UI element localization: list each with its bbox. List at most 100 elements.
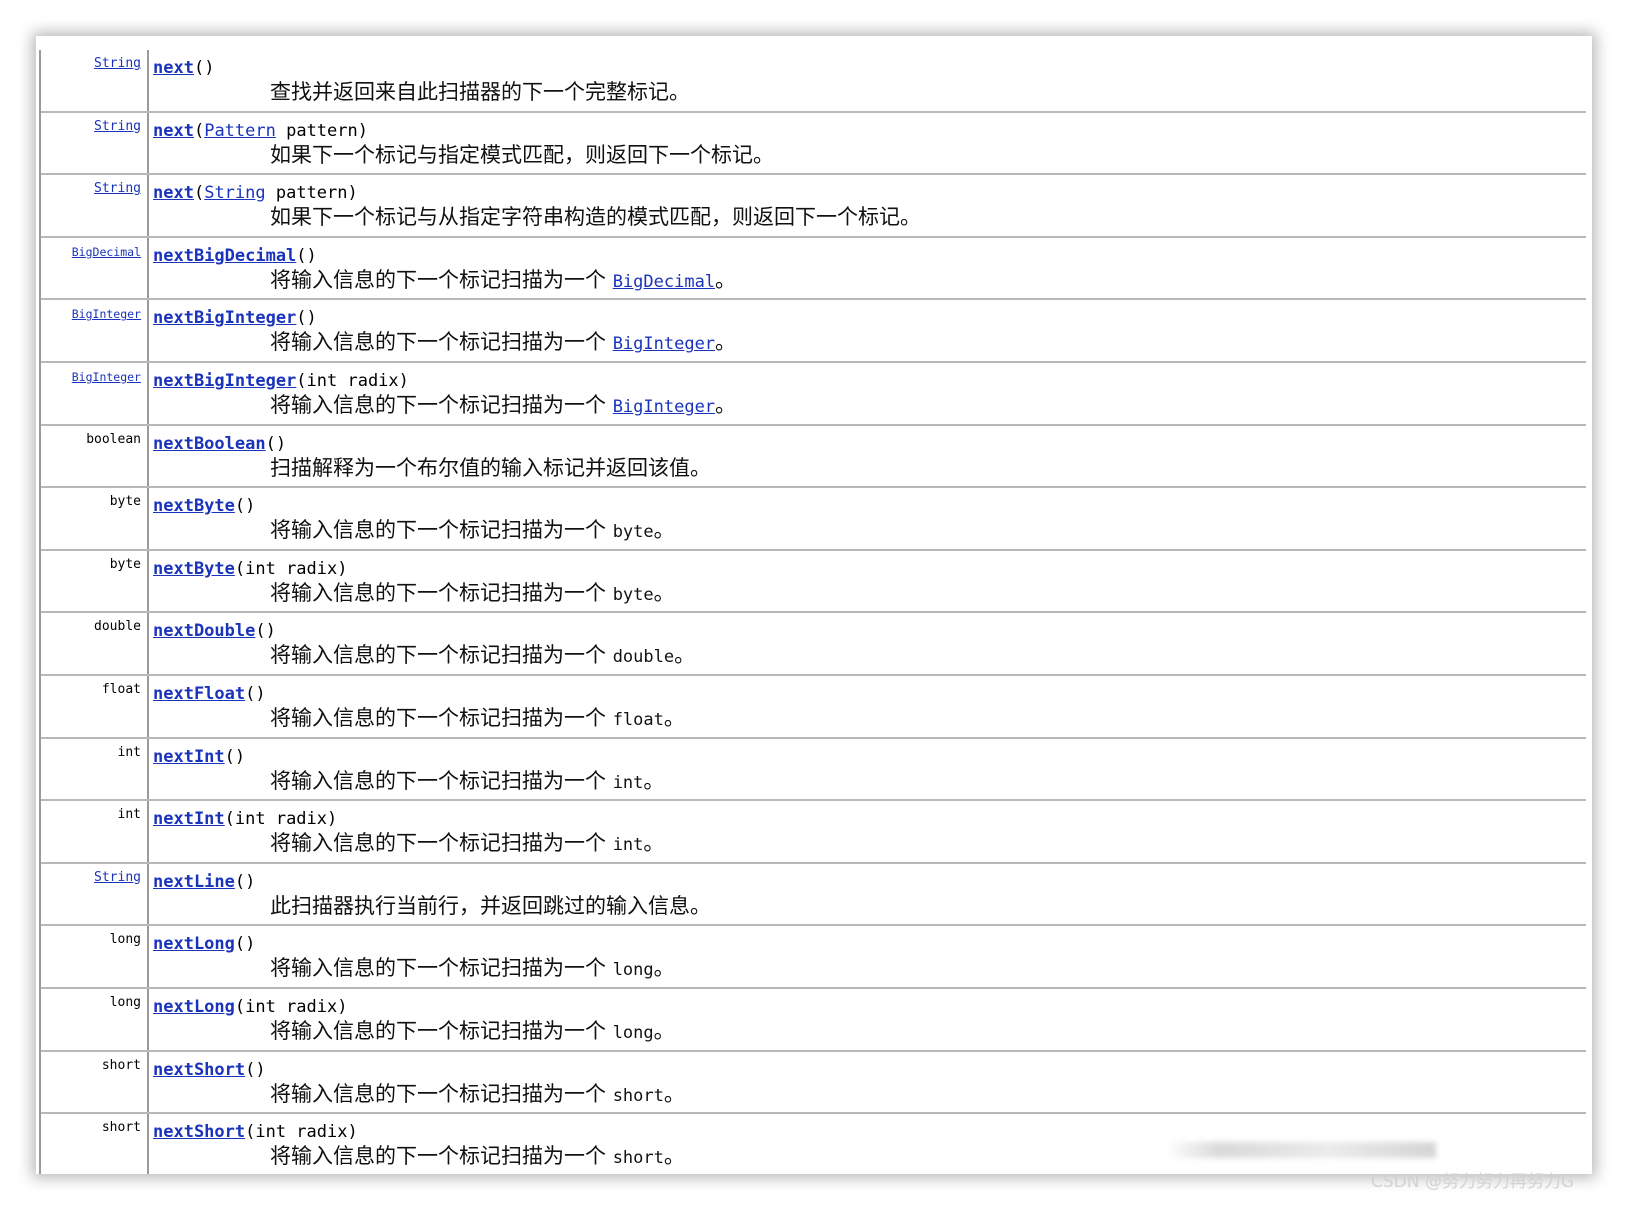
desc-text: 。 (663, 705, 685, 730)
return-type-link[interactable]: BigInteger (72, 370, 141, 384)
param-type-link[interactable]: Pattern (204, 121, 276, 141)
return-type-link[interactable]: BigDecimal (72, 245, 141, 259)
return-type: long (109, 994, 141, 1010)
method-name-link[interactable]: nextShort (153, 1060, 245, 1080)
param-text: () (245, 683, 266, 704)
desc-text: 扫描解释为一个布尔值的输入标记并返回该值。 (270, 455, 711, 480)
method-detail-cell: nextLine() 此扫描器执行当前行，并返回跳过的输入信息。 (149, 864, 1586, 925)
desc-code: short (612, 1148, 664, 1169)
return-type-cell: long (41, 988, 149, 1050)
method-row: float nextFloat() 将输入信息的下一个标记扫描为一个 float。 (41, 675, 1586, 739)
method-name-link[interactable]: next (153, 183, 194, 203)
return-type-cell: String (41, 175, 149, 236)
method-name-link[interactable]: nextBoolean (153, 434, 266, 454)
param-text: () (255, 621, 276, 642)
method-name-link[interactable]: next (153, 121, 194, 141)
desc-text: 。 (653, 1018, 675, 1043)
method-name-link[interactable]: nextShort (153, 1122, 245, 1142)
method-detail-cell: nextByte() 将输入信息的下一个标记扫描为一个 byte。 (149, 488, 1586, 549)
method-signature: nextByte(int radix) (153, 558, 1586, 580)
return-type-cell: long (41, 926, 149, 987)
method-description: 将输入信息的下一个标记扫描为一个 float。 (270, 705, 1586, 733)
method-row: int nextInt(int radix) 将输入信息的下一个标记扫描为一个 in… (41, 801, 1586, 864)
method-summary-table: String next() 查找并返回来自此扫描器的下一个完整标记。 String ne… (39, 50, 1586, 1174)
method-name-link[interactable]: nextLong (153, 934, 235, 954)
method-name-link[interactable]: nextLong (153, 997, 235, 1017)
desc-text: 将输入信息的下一个标记扫描为一个 (270, 1144, 613, 1169)
method-detail-cell: nextDouble() 将输入信息的下一个标记扫描为一个 double。 (149, 613, 1586, 674)
return-type-link[interactable]: String (94, 181, 141, 196)
method-signature: nextBigDecimal() (153, 245, 1586, 267)
method-name-link[interactable]: nextBigInteger (153, 308, 296, 328)
desc-text: 。 (663, 1081, 685, 1106)
desc-text: 将输入信息的下一个标记扫描为一个 (270, 705, 613, 730)
return-type: byte (109, 556, 141, 572)
desc-text: 。 (715, 392, 737, 417)
desc-type-link[interactable]: BigDecimal (613, 272, 715, 292)
desc-code: byte (612, 584, 654, 605)
return-type-link[interactable]: String (94, 870, 141, 885)
method-signature: nextByte() (153, 495, 1586, 517)
param-text: () (234, 496, 256, 517)
method-detail-cell: nextByte(int radix) 将输入信息的下一个标记扫描为一个 byte… (149, 551, 1586, 612)
method-name-link[interactable]: nextByte (153, 559, 235, 579)
desc-text: 将输入信息的下一个标记扫描为一个 (270, 643, 613, 668)
desc-code: long (612, 960, 654, 981)
desc-type-link[interactable]: BigInteger (613, 397, 715, 417)
desc-text: 将输入信息的下一个标记扫描为一个 (270, 1018, 613, 1043)
desc-text: 。 (653, 956, 675, 981)
method-name-link[interactable]: nextBigInteger (153, 371, 296, 391)
return-type-link[interactable]: String (94, 56, 141, 71)
desc-code: double (612, 647, 675, 668)
method-description: 将输入信息的下一个标记扫描为一个 int。 (270, 830, 1586, 858)
return-type: short (101, 1057, 141, 1073)
method-signature: nextFloat() (153, 683, 1586, 705)
method-row: BigDecimal nextBigDecimal() 将输入信息的下一个标记扫描为… (41, 237, 1586, 301)
method-name-link[interactable]: nextFloat (153, 684, 245, 704)
method-row: long nextLong() 将输入信息的下一个标记扫描为一个 long。 (41, 926, 1586, 989)
method-name-link[interactable]: nextBigDecimal (153, 246, 296, 266)
method-detail-cell: next(String pattern) 如果下一个标记与从指定字符串构造的模式匹… (149, 175, 1586, 236)
param-text: () (296, 308, 317, 329)
method-description: 将输入信息的下一个标记扫描为一个 BigInteger。 (270, 392, 1586, 420)
method-detail-cell: nextBigDecimal() 将输入信息的下一个标记扫描为一个 BigDeci… (149, 238, 1586, 299)
method-description: 将输入信息的下一个标记扫描为一个 long。 (270, 955, 1586, 983)
method-description: 将输入信息的下一个标记扫描为一个 byte。 (270, 580, 1586, 608)
param-text: pattern) (265, 183, 358, 204)
desc-code: byte (612, 522, 654, 543)
desc-type-link[interactable]: BigInteger (613, 334, 715, 354)
method-signature: nextInt(int radix) (153, 808, 1586, 830)
method-name-link[interactable]: nextInt (153, 747, 225, 767)
desc-text: 将输入信息的下一个标记扫描为一个 (270, 831, 613, 856)
param-text: () (224, 746, 246, 767)
method-row: String next(String pattern) 如果下一个标记与从指定字符串… (41, 175, 1586, 238)
param-text: (int radix) (245, 1122, 358, 1143)
method-name-link[interactable]: next (153, 58, 194, 78)
param-text: () (234, 871, 256, 892)
method-row: short nextShort() 将输入信息的下一个标记扫描为一个 short。 (41, 1051, 1586, 1115)
param-text: () (234, 934, 256, 955)
method-name-link[interactable]: nextByte (153, 496, 235, 516)
method-signature: nextBoolean() (153, 433, 1586, 455)
method-row: String next(Pattern pattern) 如果下一个标记与指定模式匹… (41, 112, 1586, 176)
desc-text: 将输入信息的下一个标记扫描为一个 (270, 1081, 613, 1106)
return-type-link[interactable]: String (94, 119, 141, 134)
desc-text: 如果下一个标记与从指定字符串构造的模式匹配，则返回下一个标记。 (270, 205, 921, 230)
param-text: () (296, 245, 317, 266)
param-text: ( (193, 120, 205, 141)
method-name-link[interactable]: nextLine (153, 872, 235, 892)
desc-text: 查找并返回来自此扫描器的下一个完整标记。 (270, 80, 690, 104)
param-text: () (265, 433, 287, 454)
return-type-cell: int (41, 738, 149, 800)
return-type-cell: BigInteger (41, 362, 149, 424)
method-name-link[interactable]: nextInt (153, 809, 225, 829)
method-signature: next() (153, 57, 1586, 79)
method-description: 将输入信息的下一个标记扫描为一个 int。 (270, 768, 1586, 796)
method-description: 将输入信息的下一个标记扫描为一个 short。 (270, 1081, 1586, 1109)
desc-text: 。 (653, 518, 675, 543)
desc-text: 。 (643, 831, 665, 856)
method-name-link[interactable]: nextDouble (153, 621, 255, 641)
desc-code: int (612, 835, 644, 856)
return-type-link[interactable]: BigInteger (72, 307, 141, 321)
param-type-link[interactable]: String (204, 183, 265, 203)
